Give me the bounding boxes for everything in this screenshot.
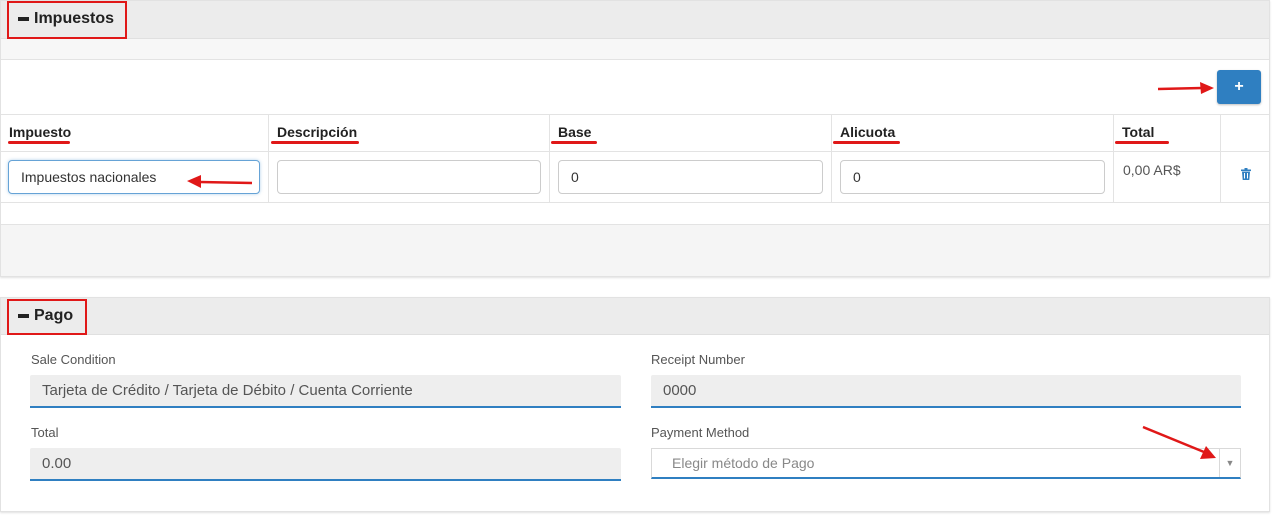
total-label: Total	[31, 425, 59, 440]
annotation-underline-base	[551, 141, 597, 144]
col-total: Total	[1114, 115, 1221, 151]
trash-icon[interactable]	[1241, 168, 1251, 180]
receipt-number-field[interactable]: 0000	[651, 375, 1241, 408]
descripcion-input[interactable]	[277, 160, 541, 194]
col-total-label: Total	[1122, 124, 1155, 140]
impuestos-panel: Impuestos + Impuesto Descripción Base Al…	[0, 0, 1270, 277]
receipt-number-label: Receipt Number	[651, 352, 745, 367]
annotation-underline-alicuota	[833, 141, 900, 144]
cell-alicuota: 0	[832, 152, 1114, 202]
impuestos-footer-strip	[1, 224, 1269, 276]
cell-descripcion	[269, 152, 550, 202]
impuestos-header[interactable]: Impuestos	[1, 1, 1269, 39]
payment-method-placeholder: Elegir método de Pago	[672, 455, 815, 471]
tax-table-header: Impuesto Descripción Base Alicuota Total	[1, 114, 1269, 152]
sale-condition-field[interactable]: Tarjeta de Crédito / Tarjeta de Débito /…	[30, 375, 621, 408]
annotation-underline-impuesto	[8, 141, 70, 144]
col-alicuota: Alicuota	[832, 115, 1114, 151]
row-total-value: 0,00 AR$	[1123, 162, 1181, 178]
pago-panel: Pago Sale Condition Tarjeta de Crédito /…	[0, 297, 1270, 512]
sale-condition-label: Sale Condition	[31, 352, 116, 367]
annotation-arrow-payment-method	[1142, 425, 1216, 459]
col-descripcion-label: Descripción	[277, 124, 358, 140]
annotation-arrow-add	[1157, 82, 1214, 94]
annotation-arrow-impuesto	[187, 175, 253, 188]
col-impuesto: Impuesto	[1, 115, 269, 151]
payment-method-label: Payment Method	[651, 425, 750, 440]
annotation-underline-total	[1115, 141, 1169, 144]
cell-base: 0	[550, 152, 832, 202]
chevron-down-icon[interactable]: ▼	[1219, 449, 1240, 477]
annotation-box-pago	[7, 299, 87, 335]
col-alicuota-label: Alicuota	[840, 124, 896, 140]
add-tax-button[interactable]: +	[1217, 70, 1261, 104]
annotation-underline-descripcion	[271, 141, 359, 144]
alicuota-input[interactable]: 0	[840, 160, 1105, 194]
impuestos-toolbar-strip	[1, 39, 1269, 60]
annotation-box-impuestos	[7, 1, 127, 39]
base-input[interactable]: 0	[558, 160, 823, 194]
pago-header[interactable]: Pago	[1, 298, 1269, 335]
col-impuesto-label: Impuesto	[9, 124, 72, 140]
cell-total: 0,00 AR$	[1114, 152, 1221, 202]
total-field[interactable]: 0.00	[30, 448, 621, 481]
col-base: Base	[550, 115, 832, 151]
col-base-label: Base	[558, 124, 592, 140]
plus-icon: +	[1234, 78, 1244, 95]
col-descripcion: Descripción	[269, 115, 550, 151]
